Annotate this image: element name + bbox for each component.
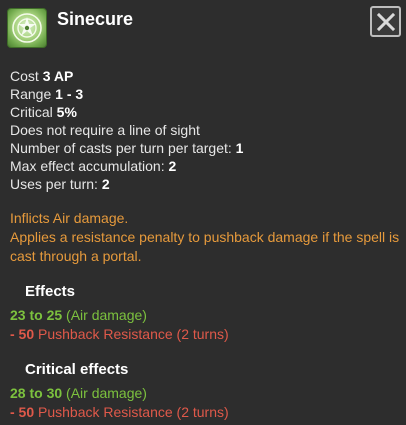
spell-emblem-icon xyxy=(7,8,47,48)
stat-label: Number of casts per turn per target: xyxy=(10,140,232,156)
effect-value: 28 to 30 xyxy=(10,385,63,401)
stat-value: 1 - 3 xyxy=(55,86,84,102)
spell-name: Sinecure xyxy=(57,9,134,29)
stat-value: 1 xyxy=(235,140,244,156)
stat-range: Range 1 - 3 xyxy=(10,85,400,103)
stat-value: 3 AP xyxy=(42,68,74,84)
effect-text: Pushback Resistance (2 turns) xyxy=(38,404,229,420)
stat-value: 2 xyxy=(168,158,177,174)
description-line: Applies a resistance penalty to pushback… xyxy=(10,229,400,264)
close-button[interactable] xyxy=(370,6,401,37)
stat-label: Max effect accumulation: xyxy=(10,158,165,174)
stat-value: 5% xyxy=(56,104,77,120)
effect-value: - 50 xyxy=(10,404,35,420)
spell-tooltip-panel: Sinecure Cost 3 AP Range 1 - 3 Critical … xyxy=(0,0,406,425)
stat-line-of-sight: Does not require a line of sight xyxy=(10,121,400,139)
effect-line-pushback: - 50 Pushback Resistance (2 turns) xyxy=(10,325,400,344)
stat-label: Does not require a line of sight xyxy=(10,122,200,138)
critical-effects-list: 28 to 30 (Air damage) - 50 Pushback Resi… xyxy=(10,384,400,422)
spell-stats: Cost 3 AP Range 1 - 3 Critical 5% Does n… xyxy=(10,67,400,193)
stat-label: Cost xyxy=(10,68,39,84)
stat-cost: Cost 3 AP xyxy=(10,67,400,85)
effect-value: 23 to 25 xyxy=(10,307,63,323)
stat-max-accumulation: Max effect accumulation: 2 xyxy=(10,157,400,175)
effects-title: Effects xyxy=(25,283,76,300)
stat-label: Uses per turn: xyxy=(10,176,98,192)
stat-value: 2 xyxy=(101,176,110,192)
stat-critical: Critical 5% xyxy=(10,103,400,121)
critical-effects-title: Critical effects xyxy=(25,361,129,378)
stat-uses-per-turn: Uses per turn: 2 xyxy=(10,175,400,193)
effect-value: - 50 xyxy=(10,326,35,342)
critical-effect-line-pushback: - 50 Pushback Resistance (2 turns) xyxy=(10,403,400,422)
stat-casts-per-target: Number of casts per turn per target: 1 xyxy=(10,139,400,157)
effects-list: 23 to 25 (Air damage) - 50 Pushback Resi… xyxy=(10,306,400,344)
stat-label: Critical xyxy=(10,104,53,120)
stat-label: Range xyxy=(10,86,52,102)
description-line: Inflicts Air damage. xyxy=(10,210,129,226)
effect-text: Pushback Resistance (2 turns) xyxy=(38,326,229,342)
effect-line-damage: 23 to 25 (Air damage) xyxy=(10,306,400,325)
spell-description: Inflicts Air damage. Applies a resistanc… xyxy=(10,209,400,266)
effect-text: (Air damage) xyxy=(66,385,147,401)
critical-effect-line-damage: 28 to 30 (Air damage) xyxy=(10,384,400,403)
effect-text: (Air damage) xyxy=(66,307,147,323)
close-icon xyxy=(376,12,395,31)
spell-header: Sinecure xyxy=(0,0,406,55)
